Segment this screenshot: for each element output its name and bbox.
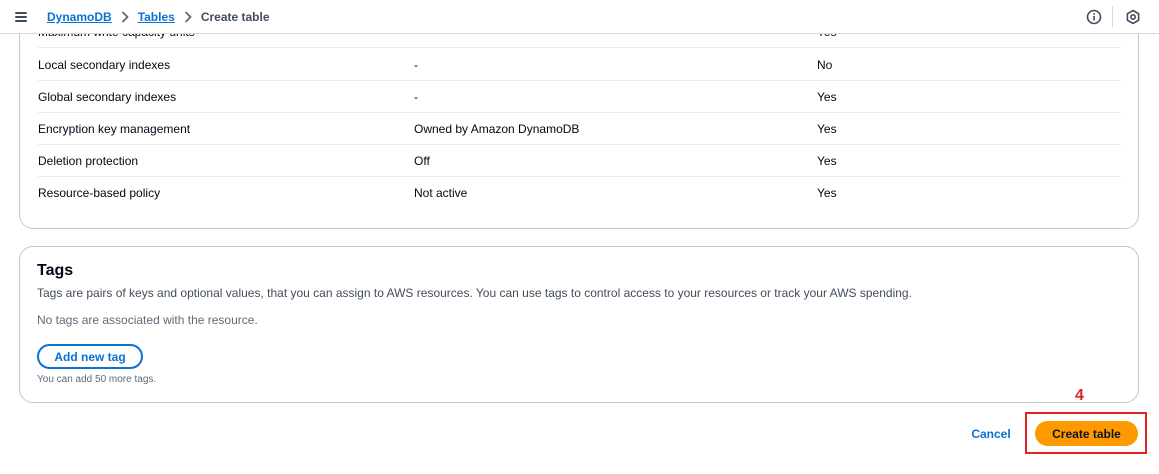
- step-annotation-label: 4: [1075, 387, 1084, 404]
- row-editable: Yes: [817, 90, 837, 104]
- row-editable: Yes: [817, 154, 837, 168]
- tags-limit-hint: You can add 50 more tags.: [37, 374, 157, 385]
- row-label: Deletion protection: [38, 154, 139, 168]
- table-row: Local secondary indexes - No: [38, 49, 1121, 81]
- top-navigation-bar: DynamoDB Tables Create table: [0, 0, 1159, 34]
- row-label: Local secondary indexes: [38, 58, 171, 72]
- breadcrumb-tables-link[interactable]: Tables: [138, 10, 175, 24]
- row-label: Resource-based policy: [38, 186, 161, 200]
- tags-description: Tags are pairs of keys and optional valu…: [37, 286, 912, 300]
- breadcrumb: DynamoDB Tables Create table: [47, 10, 270, 24]
- table-row: Global secondary indexes - Yes: [38, 81, 1121, 113]
- create-table-button[interactable]: Create table: [1035, 421, 1138, 446]
- info-icon[interactable]: [1085, 8, 1102, 25]
- table-row: Resource-based policy Not active Yes: [38, 177, 1121, 209]
- row-value: Off: [414, 154, 430, 168]
- breadcrumb-current-page: Create table: [200, 10, 270, 24]
- chevron-right-icon: [184, 11, 192, 23]
- row-value: -: [414, 90, 418, 104]
- row-label: Encryption key management: [38, 122, 191, 136]
- row-value: Not active: [414, 186, 468, 200]
- menu-icon[interactable]: [14, 9, 30, 25]
- tags-panel: Tags Tags are pairs of keys and optional…: [19, 246, 1139, 403]
- chevron-right-icon: [121, 11, 129, 23]
- cancel-button[interactable]: Cancel: [962, 423, 1020, 445]
- row-editable: No: [817, 58, 833, 72]
- row-editable: Yes: [817, 186, 837, 200]
- row-editable: Yes: [817, 122, 837, 136]
- breadcrumb-dynamodb-link[interactable]: DynamoDB: [47, 10, 112, 24]
- table-settings-panel: Maximum write capacity units Yes Local s…: [19, 10, 1139, 229]
- row-value: -: [414, 58, 418, 72]
- settings-icon[interactable]: [1124, 8, 1141, 25]
- toolbar-divider: [1112, 6, 1113, 27]
- row-label: Global secondary indexes: [38, 90, 177, 104]
- add-new-tag-button[interactable]: Add new tag: [37, 344, 143, 369]
- tags-empty-message: No tags are associated with the resource…: [37, 313, 258, 327]
- tags-heading: Tags: [37, 262, 74, 279]
- row-value: Owned by Amazon DynamoDB: [414, 122, 580, 136]
- table-row: Deletion protection Off Yes: [38, 145, 1121, 177]
- table-row: Encryption key management Owned by Amazo…: [38, 113, 1121, 145]
